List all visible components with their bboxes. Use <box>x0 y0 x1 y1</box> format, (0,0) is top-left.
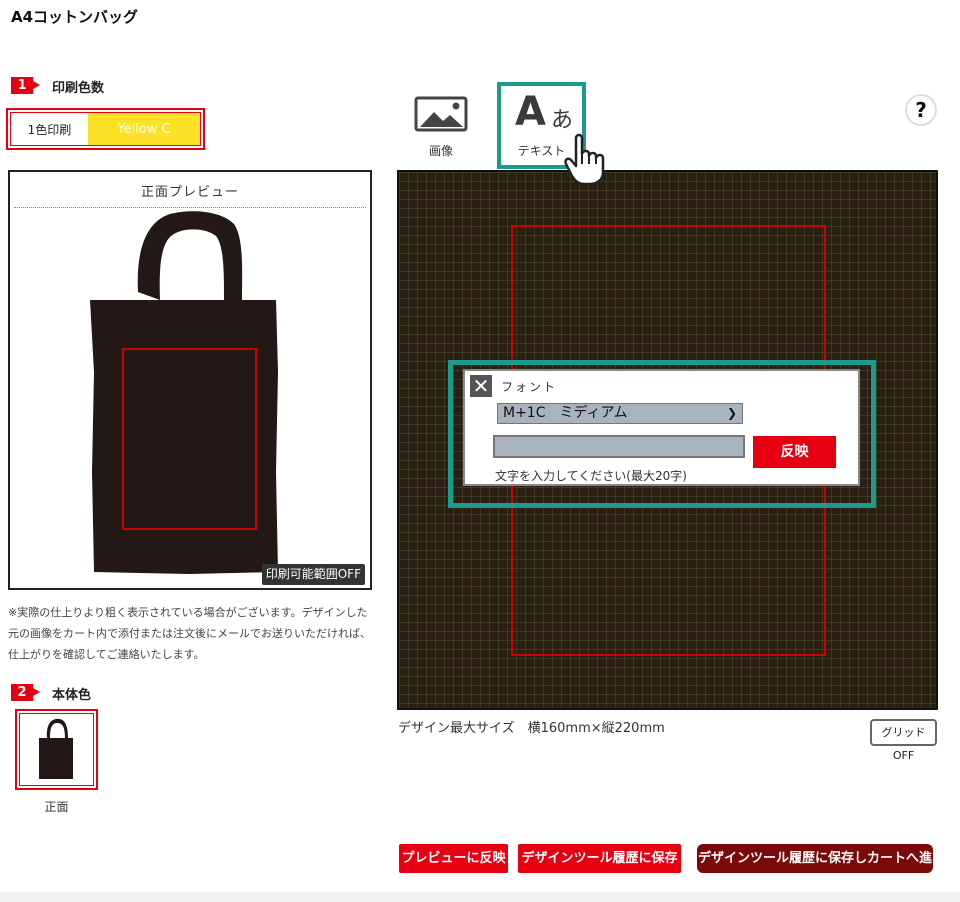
preview-apply-button[interactable]: プレビューに反映 <box>399 844 508 873</box>
top-bar: A4コットンバッグ <box>0 0 960 48</box>
bag-thumbnail-icon <box>39 718 73 779</box>
step2-title: 本体色 <box>52 688 92 703</box>
chevron-down-icon: ❯ <box>726 406 737 420</box>
save-and-cart-button[interactable]: デザインツール履歴に保存しカートへ進む <box>697 844 933 895</box>
font-select-value: M+1C ミディアム <box>503 405 628 421</box>
preview-note: ※実際の仕上りより粗く表示されている場合がございます。デザインした元の画像をカー… <box>8 606 371 661</box>
image-icon <box>414 96 468 132</box>
save-history-button[interactable]: デザインツール履歴に保存 <box>518 844 681 873</box>
front-preview-panel: 正面プレビュー 印刷可能範囲OFF <box>8 170 372 590</box>
color-count-label: 1色印刷 <box>11 113 88 145</box>
text-input-hint: 文字を入力してください(最大20字) <box>495 469 687 483</box>
font-select[interactable]: M+1C ミディアム ❯ <box>497 403 743 424</box>
step1-badge: 1 <box>11 77 40 94</box>
font-label: フォント <box>501 380 558 394</box>
image-tool-button[interactable]: 画像 <box>410 94 472 164</box>
text-input-dialog: ✕ フォント M+1C ミディアム ❯ 反映 文字を入力してください(最大20字… <box>463 369 860 486</box>
text-input[interactable] <box>493 435 745 458</box>
print-area-toggle-button[interactable]: 印刷可能範囲OFF <box>261 564 365 585</box>
text-tool-glyph-latin: A <box>515 89 546 135</box>
hand-pointer-icon <box>564 133 605 186</box>
page-title: A4コットンバッグ <box>11 8 139 26</box>
body-color-swatch[interactable] <box>15 709 98 790</box>
step1-title: 印刷色数 <box>52 81 105 96</box>
image-tool-label: 画像 <box>428 144 453 158</box>
text-tool-glyph-kana: あ <box>551 108 574 133</box>
bag-preview-image <box>90 211 278 574</box>
design-size-info: デザイン最大サイズ 横160mm×縦220mm <box>398 721 665 736</box>
help-button[interactable]: ? <box>905 94 937 126</box>
print-color-selector[interactable]: 1色印刷 Yellow C <box>6 108 205 150</box>
step2-badge: 2 <box>11 684 40 701</box>
apply-button[interactable]: 反映 <box>753 436 836 468</box>
close-icon[interactable]: ✕ <box>470 375 492 397</box>
grid-toggle-button[interactable]: グリッドOFF <box>870 719 937 762</box>
ink-color-swatch[interactable]: Yellow C <box>88 113 200 145</box>
body-swatch-label: 正面 <box>44 800 69 814</box>
